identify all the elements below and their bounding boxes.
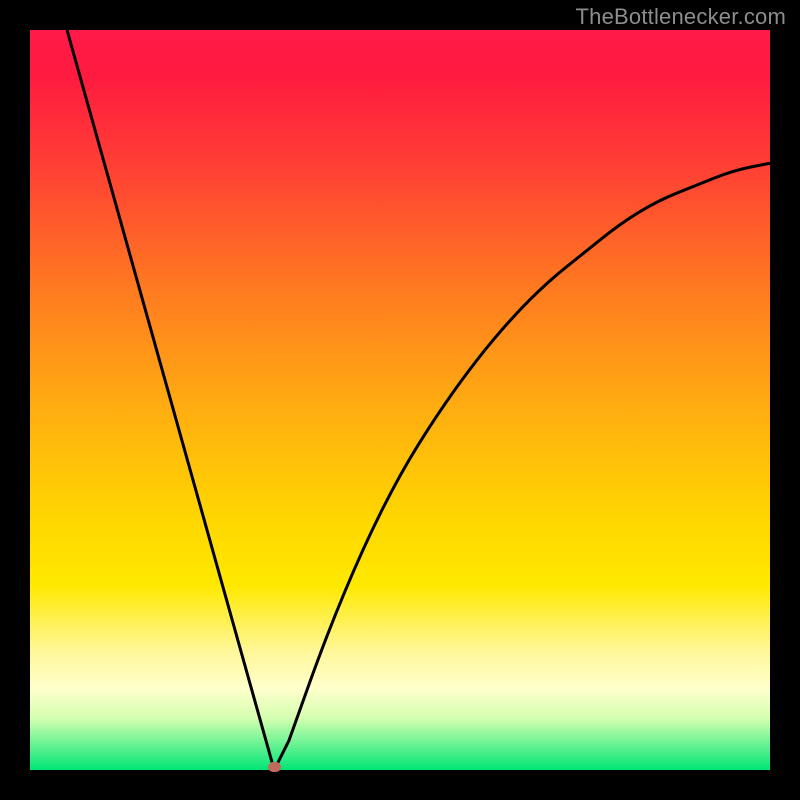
curve-path [67,30,770,770]
watermark-label: TheBottlenecker.com [576,4,786,30]
chart-frame: TheBottlenecker.com [0,0,800,800]
chart-plot-area [30,30,770,770]
optimal-point-marker [268,762,281,772]
bottleneck-curve [30,30,770,770]
